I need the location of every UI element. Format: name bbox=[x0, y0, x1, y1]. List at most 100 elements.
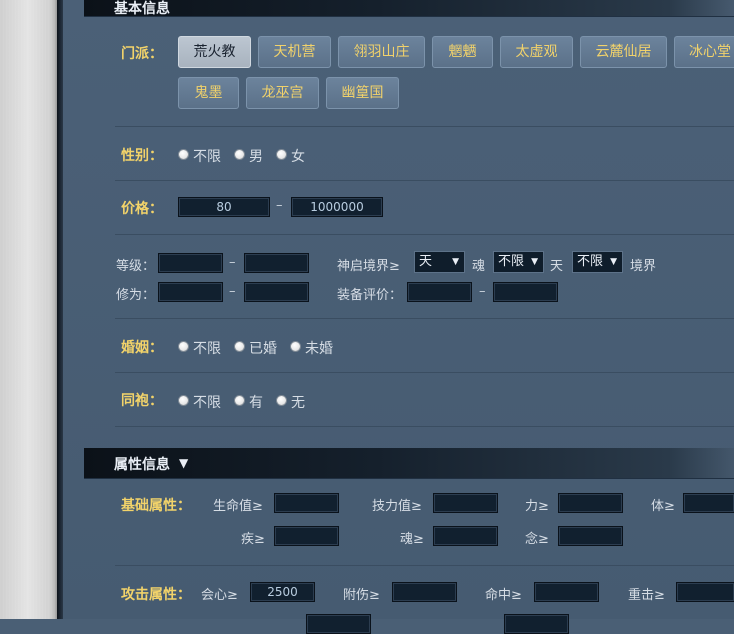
sect-button-2[interactable]: 天机营 bbox=[258, 36, 331, 68]
gender-option-any: 不限 bbox=[193, 149, 221, 165]
sect-button-4[interactable]: 魍魉 bbox=[432, 36, 493, 68]
gender-option-female: 女 bbox=[291, 149, 305, 165]
equip-max-input[interactable] bbox=[493, 282, 558, 302]
brother-radio-no[interactable] bbox=[276, 395, 287, 406]
marriage-option-married: 已婚 bbox=[249, 341, 277, 357]
realm-label: 神启境界≥ bbox=[337, 259, 400, 274]
hp-input[interactable] bbox=[274, 493, 339, 513]
divider bbox=[115, 180, 734, 181]
hp-label: 生命值≥ bbox=[213, 499, 263, 514]
sect-button-3[interactable]: 翎羽山庄 bbox=[338, 36, 425, 68]
marriage-radio-single[interactable] bbox=[290, 341, 301, 352]
realm-suffix: 境界 bbox=[630, 259, 657, 274]
realm-select-1-value: 天 bbox=[419, 254, 433, 269]
chevron-down-icon: ▼ bbox=[610, 257, 617, 267]
cultivation-min-input[interactable] bbox=[158, 282, 223, 302]
price-label: 价格： bbox=[121, 201, 163, 217]
extra-damage-label: 附伤≥ bbox=[343, 588, 380, 603]
gender-radio-any[interactable] bbox=[178, 149, 189, 160]
hit-label: 命中≥ bbox=[485, 588, 522, 603]
marriage-label: 婚姻： bbox=[121, 340, 163, 356]
soul-input[interactable] bbox=[433, 526, 498, 546]
crit-input[interactable]: 2500 bbox=[250, 582, 315, 602]
cultivation-label: 修为： bbox=[116, 288, 156, 303]
chevron-down-icon: ▼ bbox=[452, 257, 459, 267]
marriage-option-any: 不限 bbox=[193, 341, 221, 357]
level-max-input[interactable] bbox=[244, 253, 309, 273]
realm-mid-2: 天 bbox=[550, 259, 564, 274]
marriage-radio-any[interactable] bbox=[178, 341, 189, 352]
realm-select-3[interactable]: 不限 ▼ bbox=[572, 251, 623, 273]
gender-option-male: 男 bbox=[249, 149, 263, 165]
cultivation-max-input[interactable] bbox=[244, 282, 309, 302]
section-title-basic: 基本信息 bbox=[114, 1, 170, 17]
brother-option-yes: 有 bbox=[249, 395, 263, 411]
brother-option-no: 无 bbox=[291, 395, 305, 411]
price-dash: – bbox=[276, 198, 283, 213]
str-label: 力≥ bbox=[525, 499, 549, 514]
soul-label: 魂≥ bbox=[400, 532, 424, 547]
con-label: 体≥ bbox=[651, 499, 675, 514]
brother-radio-any[interactable] bbox=[178, 395, 189, 406]
atk-attr-label: 攻击属性： bbox=[121, 587, 191, 603]
equip-min-input[interactable] bbox=[407, 282, 472, 302]
agi-input[interactable] bbox=[274, 526, 339, 546]
gender-radio-male[interactable] bbox=[234, 149, 245, 160]
brother-radio-yes[interactable] bbox=[234, 395, 245, 406]
str-input[interactable] bbox=[558, 493, 623, 513]
agi-label: 疾≥ bbox=[241, 532, 265, 547]
gender-radio-female[interactable] bbox=[276, 149, 287, 160]
sect-button-8[interactable]: 鬼墨 bbox=[178, 77, 239, 109]
equip-label: 装备评价： bbox=[337, 288, 403, 303]
sect-button-5[interactable]: 太虚观 bbox=[500, 36, 573, 68]
divider bbox=[115, 126, 734, 127]
brother-option-any: 不限 bbox=[193, 395, 221, 411]
cultivation-dash: – bbox=[229, 284, 236, 299]
price-min-input[interactable]: 80 bbox=[178, 197, 270, 217]
section-header-attributes[interactable]: 属性信息 ▼ bbox=[84, 448, 734, 479]
heavy-input[interactable] bbox=[676, 582, 734, 602]
sect-button-10[interactable]: 幽篁国 bbox=[326, 77, 399, 109]
sect-label: 门派： bbox=[121, 46, 163, 62]
divider bbox=[115, 372, 734, 373]
partial-input[interactable] bbox=[504, 614, 569, 634]
realm-select-2-value: 不限 bbox=[498, 254, 525, 269]
divider bbox=[115, 318, 734, 319]
divider bbox=[115, 426, 734, 427]
crit-label: 会心≥ bbox=[201, 588, 238, 603]
section-title-attributes: 属性信息 bbox=[114, 457, 170, 473]
divider bbox=[115, 234, 734, 235]
extra-damage-input[interactable] bbox=[392, 582, 457, 602]
equip-dash: – bbox=[479, 284, 486, 299]
level-dash: – bbox=[229, 255, 236, 270]
caret-down-icon: ▼ bbox=[179, 456, 189, 470]
skill-label: 技力值≥ bbox=[372, 499, 422, 514]
realm-select-3-value: 不限 bbox=[577, 254, 604, 269]
mind-input[interactable] bbox=[558, 526, 623, 546]
realm-select-1[interactable]: 天 ▼ bbox=[414, 251, 465, 273]
marriage-radio-married[interactable] bbox=[234, 341, 245, 352]
sect-button-7[interactable]: 冰心堂 bbox=[674, 36, 734, 68]
partial-input[interactable] bbox=[306, 614, 371, 634]
marriage-option-single: 未婚 bbox=[305, 341, 333, 357]
level-min-input[interactable] bbox=[158, 253, 223, 273]
divider bbox=[115, 565, 734, 566]
con-input[interactable] bbox=[683, 493, 734, 513]
skill-input[interactable] bbox=[433, 493, 498, 513]
parchment-edge bbox=[0, 0, 62, 619]
gender-label: 性别： bbox=[121, 148, 163, 164]
sect-button-6[interactable]: 云麓仙居 bbox=[580, 36, 667, 68]
hit-input[interactable] bbox=[534, 582, 599, 602]
section-header-basic: 基本信息 bbox=[84, 0, 734, 17]
sect-button-1[interactable]: 荒火教 bbox=[178, 36, 251, 68]
base-attr-label: 基础属性： bbox=[121, 498, 191, 514]
price-max-input[interactable]: 1000000 bbox=[291, 197, 383, 217]
level-label: 等级： bbox=[116, 259, 156, 274]
sect-button-9[interactable]: 龙巫宫 bbox=[246, 77, 319, 109]
heavy-label: 重击≥ bbox=[628, 588, 665, 603]
mind-label: 念≥ bbox=[525, 532, 549, 547]
realm-select-2[interactable]: 不限 ▼ bbox=[493, 251, 544, 273]
chevron-down-icon: ▼ bbox=[531, 257, 538, 267]
brother-label: 同袍： bbox=[121, 393, 163, 409]
realm-mid-1: 魂 bbox=[472, 259, 486, 274]
